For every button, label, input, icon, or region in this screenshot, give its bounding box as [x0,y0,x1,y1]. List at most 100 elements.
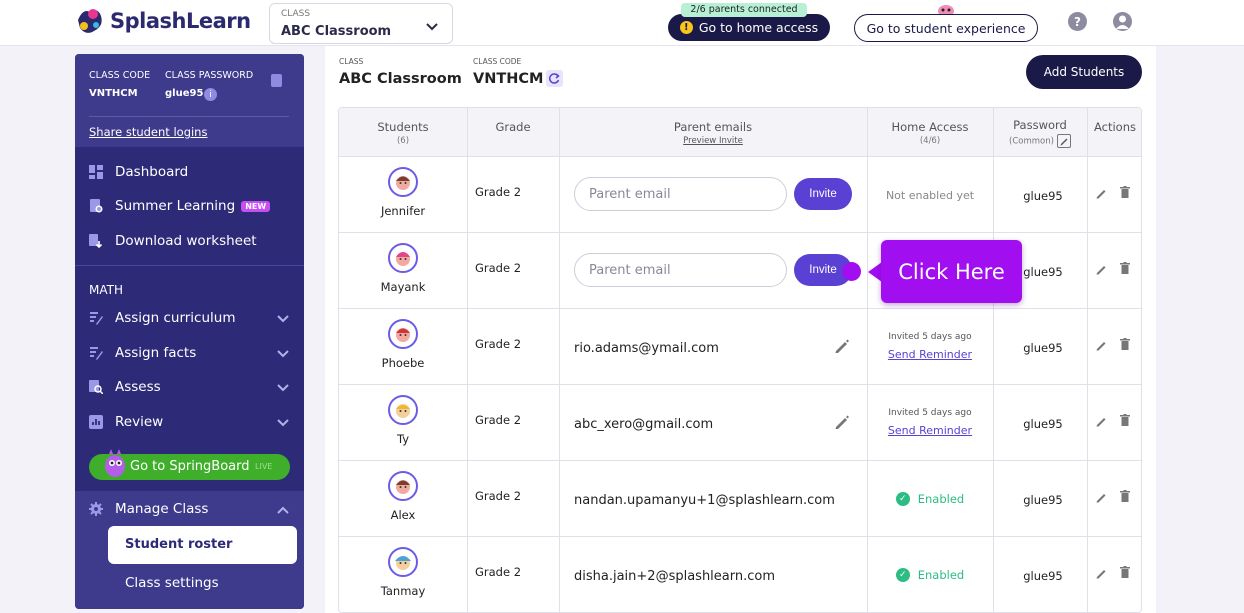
sidebar-item-student-roster[interactable]: Student roster [108,526,297,564]
student-grade: Grade 2 [475,261,522,275]
sidebar-item-class-settings[interactable]: Class settings [125,575,219,591]
help-icon[interactable]: ? [1068,12,1087,31]
column-actions: Actions [1093,120,1136,134]
home-access-label: Go to home access [698,20,819,35]
password-sub: (Common) [993,134,1087,148]
student-password: glue95 [1023,569,1063,583]
invited-text: Invited 5 days ago [888,332,972,342]
home-access-status: ✓ Enabled [867,492,993,506]
logo-icon [78,9,102,33]
delete-icon[interactable] [1120,414,1130,426]
sidebar-item-label: Download worksheet [115,233,257,249]
user-account-icon[interactable] [1113,12,1132,31]
student-name: Alex [390,508,416,522]
check-icon: ✓ [895,568,910,582]
sidebar-item-manage-class[interactable]: Manage Class [89,499,208,519]
student-avatar[interactable] [388,243,418,273]
student-avatar[interactable] [388,167,418,197]
download-icon [89,234,103,248]
edit-icon[interactable] [1096,187,1108,199]
callout-pointer-dot [842,262,861,281]
home-access-header: Home Access [891,120,969,134]
review-icon [89,415,103,429]
preview-invite-link[interactable]: Preview Invite [559,136,867,146]
sidebar-item-assign-facts[interactable]: Assign facts [89,343,196,363]
add-students-button[interactable]: Add Students [1026,55,1142,89]
student-name: Tanmay [380,584,426,598]
chevron-up-icon[interactable] [277,504,289,516]
refresh-icon[interactable] [546,70,563,87]
student-name: Ty [396,432,410,446]
sidebar-item-label: Assess [115,379,161,395]
springboard-button[interactable]: Go to SpringBoard LIVE [89,449,290,480]
invite-button[interactable]: Invite [794,178,852,210]
student-name: Jennifer [380,204,426,218]
click-here-callout: Click Here [881,240,1022,303]
main-panel: CLASS ABC Classroom CLASS CODE VNTHCM Ad… [325,46,1156,613]
sidebar-item-assess[interactable]: Assess [89,377,161,397]
chevron-down-icon[interactable] [277,348,289,360]
parent-email-input[interactable] [574,253,787,287]
edit-email-icon[interactable] [835,339,849,353]
send-reminder-link[interactable]: Send Reminder [867,424,993,437]
edit-icon[interactable] [1096,263,1108,275]
sidebar-item-summer-learning[interactable]: Summer Learning NEW [89,196,271,216]
edit-email-icon[interactable] [835,415,849,429]
class-code-label: CLASS CODE [89,70,151,81]
sidebar: CLASS CODE CLASS PASSWORD VNTHCM glue95 … [75,54,304,609]
delete-icon[interactable] [1120,262,1130,274]
edit-password-icon[interactable] [1056,134,1071,148]
column-students: Students (6) [339,120,467,146]
chevron-down-icon[interactable] [277,382,289,394]
sidebar-item-dashboard[interactable]: Dashboard [89,162,188,182]
parent-email: nandan.upamanyu+1@splashlearn.com [574,493,835,508]
edit-icon[interactable] [1096,339,1108,351]
home-access-button[interactable]: ! Go to home access [668,14,830,41]
student-avatar[interactable] [388,395,418,425]
info-icon[interactable]: i [204,88,217,101]
delete-icon[interactable] [1120,490,1130,502]
students-count: (6) [396,136,410,146]
table-row: Tanmay Grade 2 disha.jain+2@splashlearn.… [339,537,1141,612]
edit-icon[interactable] [1096,415,1108,427]
home-access-status: Invited 5 days ago Send Reminder [867,408,993,437]
class-select[interactable]: CLASS ABC Classroom [269,3,453,44]
delete-icon[interactable] [1120,186,1130,198]
student-name: Phoebe [381,356,425,370]
student-grade: Grade 2 [475,489,522,503]
student-grade: Grade 2 [475,413,522,427]
sidebar-item-assign-curriculum[interactable]: Assign curriculum [89,308,236,328]
live-badge: LIVE [255,462,273,471]
sidebar-item-review[interactable]: Review [89,412,163,432]
splashlearn-logo[interactable]: SplashLearn [74,5,251,37]
chevron-down-icon[interactable] [277,417,289,429]
delete-icon[interactable] [1120,566,1130,578]
logo-text: SplashLearn [110,9,251,33]
share-student-logins-link[interactable]: Share student logins [89,125,207,139]
table-row: Alex Grade 2 nandan.upamanyu+1@splashlea… [339,461,1141,537]
home-access-count: (4/6) [919,136,941,146]
callout-arrow [868,262,882,282]
student-experience-button[interactable]: Go to student experience [854,14,1038,42]
parent-email-input[interactable] [574,177,787,211]
class-password-value: glue95 [165,88,204,99]
copy-icon[interactable] [271,74,282,87]
student-avatar[interactable] [388,471,418,501]
edit-icon[interactable] [1096,491,1108,503]
chevron-down-icon[interactable] [277,313,289,325]
enabled-text: Enabled [917,568,965,582]
delete-icon[interactable] [1120,338,1130,350]
password-header: Password [1013,118,1067,132]
student-avatar[interactable] [388,547,418,577]
sidebar-item-label: Dashboard [115,164,189,180]
send-reminder-link[interactable]: Send Reminder [867,348,993,361]
column-parent-emails: Parent emails Preview Invite [559,120,867,146]
curriculum-icon [90,312,103,325]
student-grade: Grade 2 [475,337,522,351]
edit-icon[interactable] [1096,567,1108,579]
student-avatar[interactable] [388,319,418,349]
sidebar-item-download-worksheet[interactable]: Download worksheet [89,231,257,251]
column-home-access: Home Access (4/6) [867,120,993,146]
summer-icon [90,199,103,213]
class-label: CLASS [339,57,364,66]
